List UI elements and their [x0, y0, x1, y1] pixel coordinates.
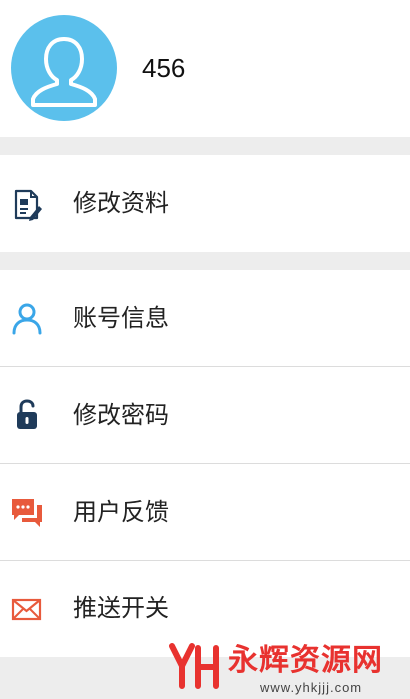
watermark-title: 永辉资源网 [228, 643, 383, 678]
padlock-icon [10, 397, 44, 431]
watermark-url: www.yhkjjj.com [260, 680, 363, 695]
envelope-icon [10, 592, 44, 626]
menu-item-label: 修改资料 [73, 189, 169, 217]
watermark: 永辉资源网 www.yhkjjj.com [168, 640, 410, 699]
menu-item-label: 推送开关 [73, 594, 169, 622]
settings-page: 456 修改资料 账号信息 修改密码 用户反馈 推送开关 永辉资源网 www.y… [0, 0, 410, 699]
menu-item-edit-profile[interactable]: 修改资料 [0, 155, 410, 252]
section-gap [0, 252, 410, 270]
menu-item-account-info[interactable]: 账号信息 [0, 270, 410, 366]
menu-item-label: 账号信息 [73, 304, 169, 332]
section-gap [0, 137, 410, 155]
profile-header[interactable]: 456 [0, 0, 410, 137]
menu-item-label: 用户反馈 [73, 498, 169, 526]
username: 456 [142, 53, 186, 83]
menu-item-feedback[interactable]: 用户反馈 [0, 464, 410, 560]
user-silhouette-icon [31, 37, 97, 107]
menu-item-label: 修改密码 [73, 401, 169, 429]
person-outline-icon [10, 301, 44, 335]
menu-item-change-password[interactable]: 修改密码 [0, 367, 410, 463]
document-edit-icon [10, 188, 44, 222]
avatar[interactable] [11, 15, 117, 121]
chat-bubbles-icon [10, 495, 44, 529]
watermark-logo [168, 642, 222, 690]
